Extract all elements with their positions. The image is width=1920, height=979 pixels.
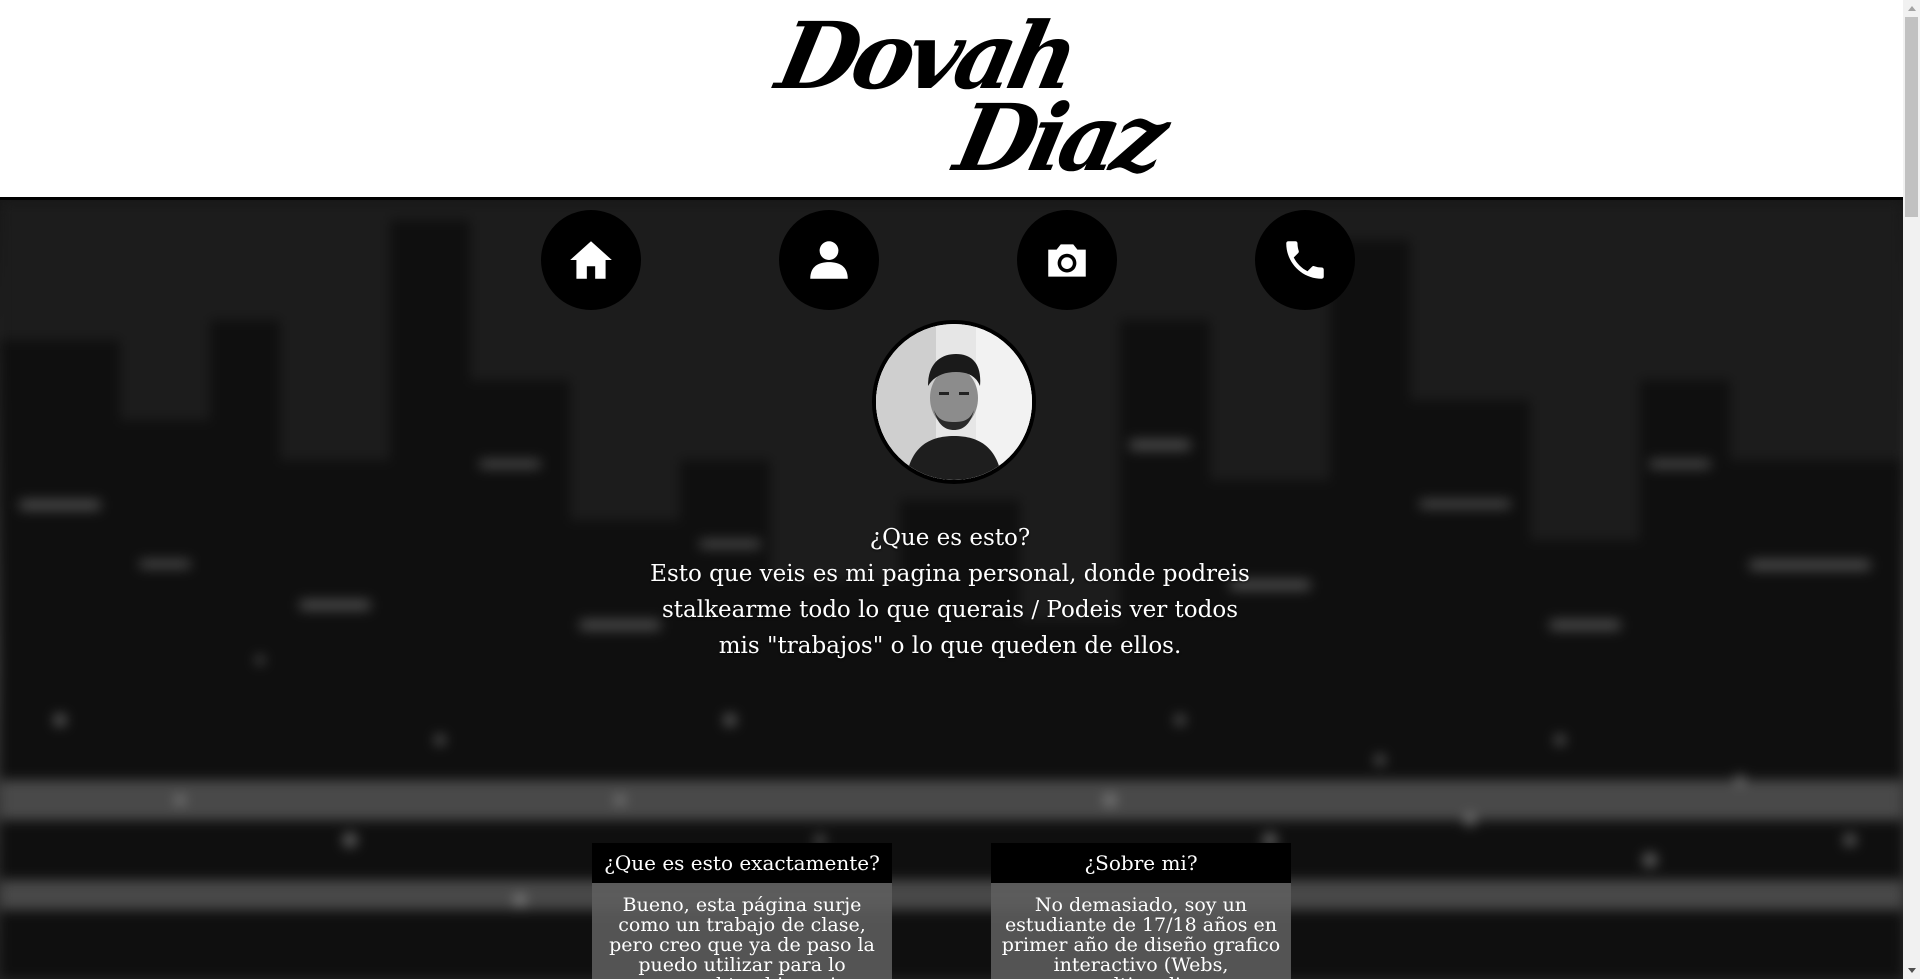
intro-section: ¿Que es esto? Esto que veis es mi pagina…	[640, 520, 1260, 664]
profile-photo	[876, 324, 1032, 480]
user-icon	[810, 241, 848, 279]
card-title: ¿Sobre mi?	[991, 843, 1291, 883]
nav-contact-button[interactable]	[1255, 210, 1355, 310]
page: Dovah Diaz ¿Que es esto? Esto que veis e…	[0, 0, 1920, 979]
vertical-scrollbar[interactable]	[1903, 0, 1920, 979]
scroll-up-arrow-icon[interactable]	[1903, 0, 1920, 17]
intro-text: Esto que veis es mi pagina personal, don…	[650, 561, 1250, 659]
card-body: Bueno, esta página surje como un trabajo…	[592, 883, 892, 979]
site-logo[interactable]: Dovah Diaz	[769, 2, 1173, 192]
camera-icon	[1048, 244, 1086, 277]
profile-avatar	[872, 320, 1036, 484]
card-title: ¿Que es esto exactamente?	[592, 843, 892, 883]
site-header: Dovah Diaz	[0, 0, 1903, 200]
nav-home-button[interactable]	[541, 210, 641, 310]
phone-icon	[1286, 241, 1324, 279]
scrollbar-thumb[interactable]	[1905, 17, 1918, 217]
card-about-me: ¿Sobre mi? No demasiado, soy un estudian…	[991, 843, 1291, 979]
card-body: No demasiado, soy un estudiante de 17/18…	[991, 883, 1291, 979]
logo-line-2: Diaz	[946, 84, 1173, 192]
home-icon	[570, 241, 612, 279]
intro-title: ¿Que es esto?	[869, 525, 1031, 551]
scroll-down-arrow-icon[interactable]	[1903, 962, 1920, 979]
nav-photos-button[interactable]	[1017, 210, 1117, 310]
nav-profile-button[interactable]	[779, 210, 879, 310]
card-what-is-this: ¿Que es esto exactamente? Bueno, esta pá…	[592, 843, 892, 979]
